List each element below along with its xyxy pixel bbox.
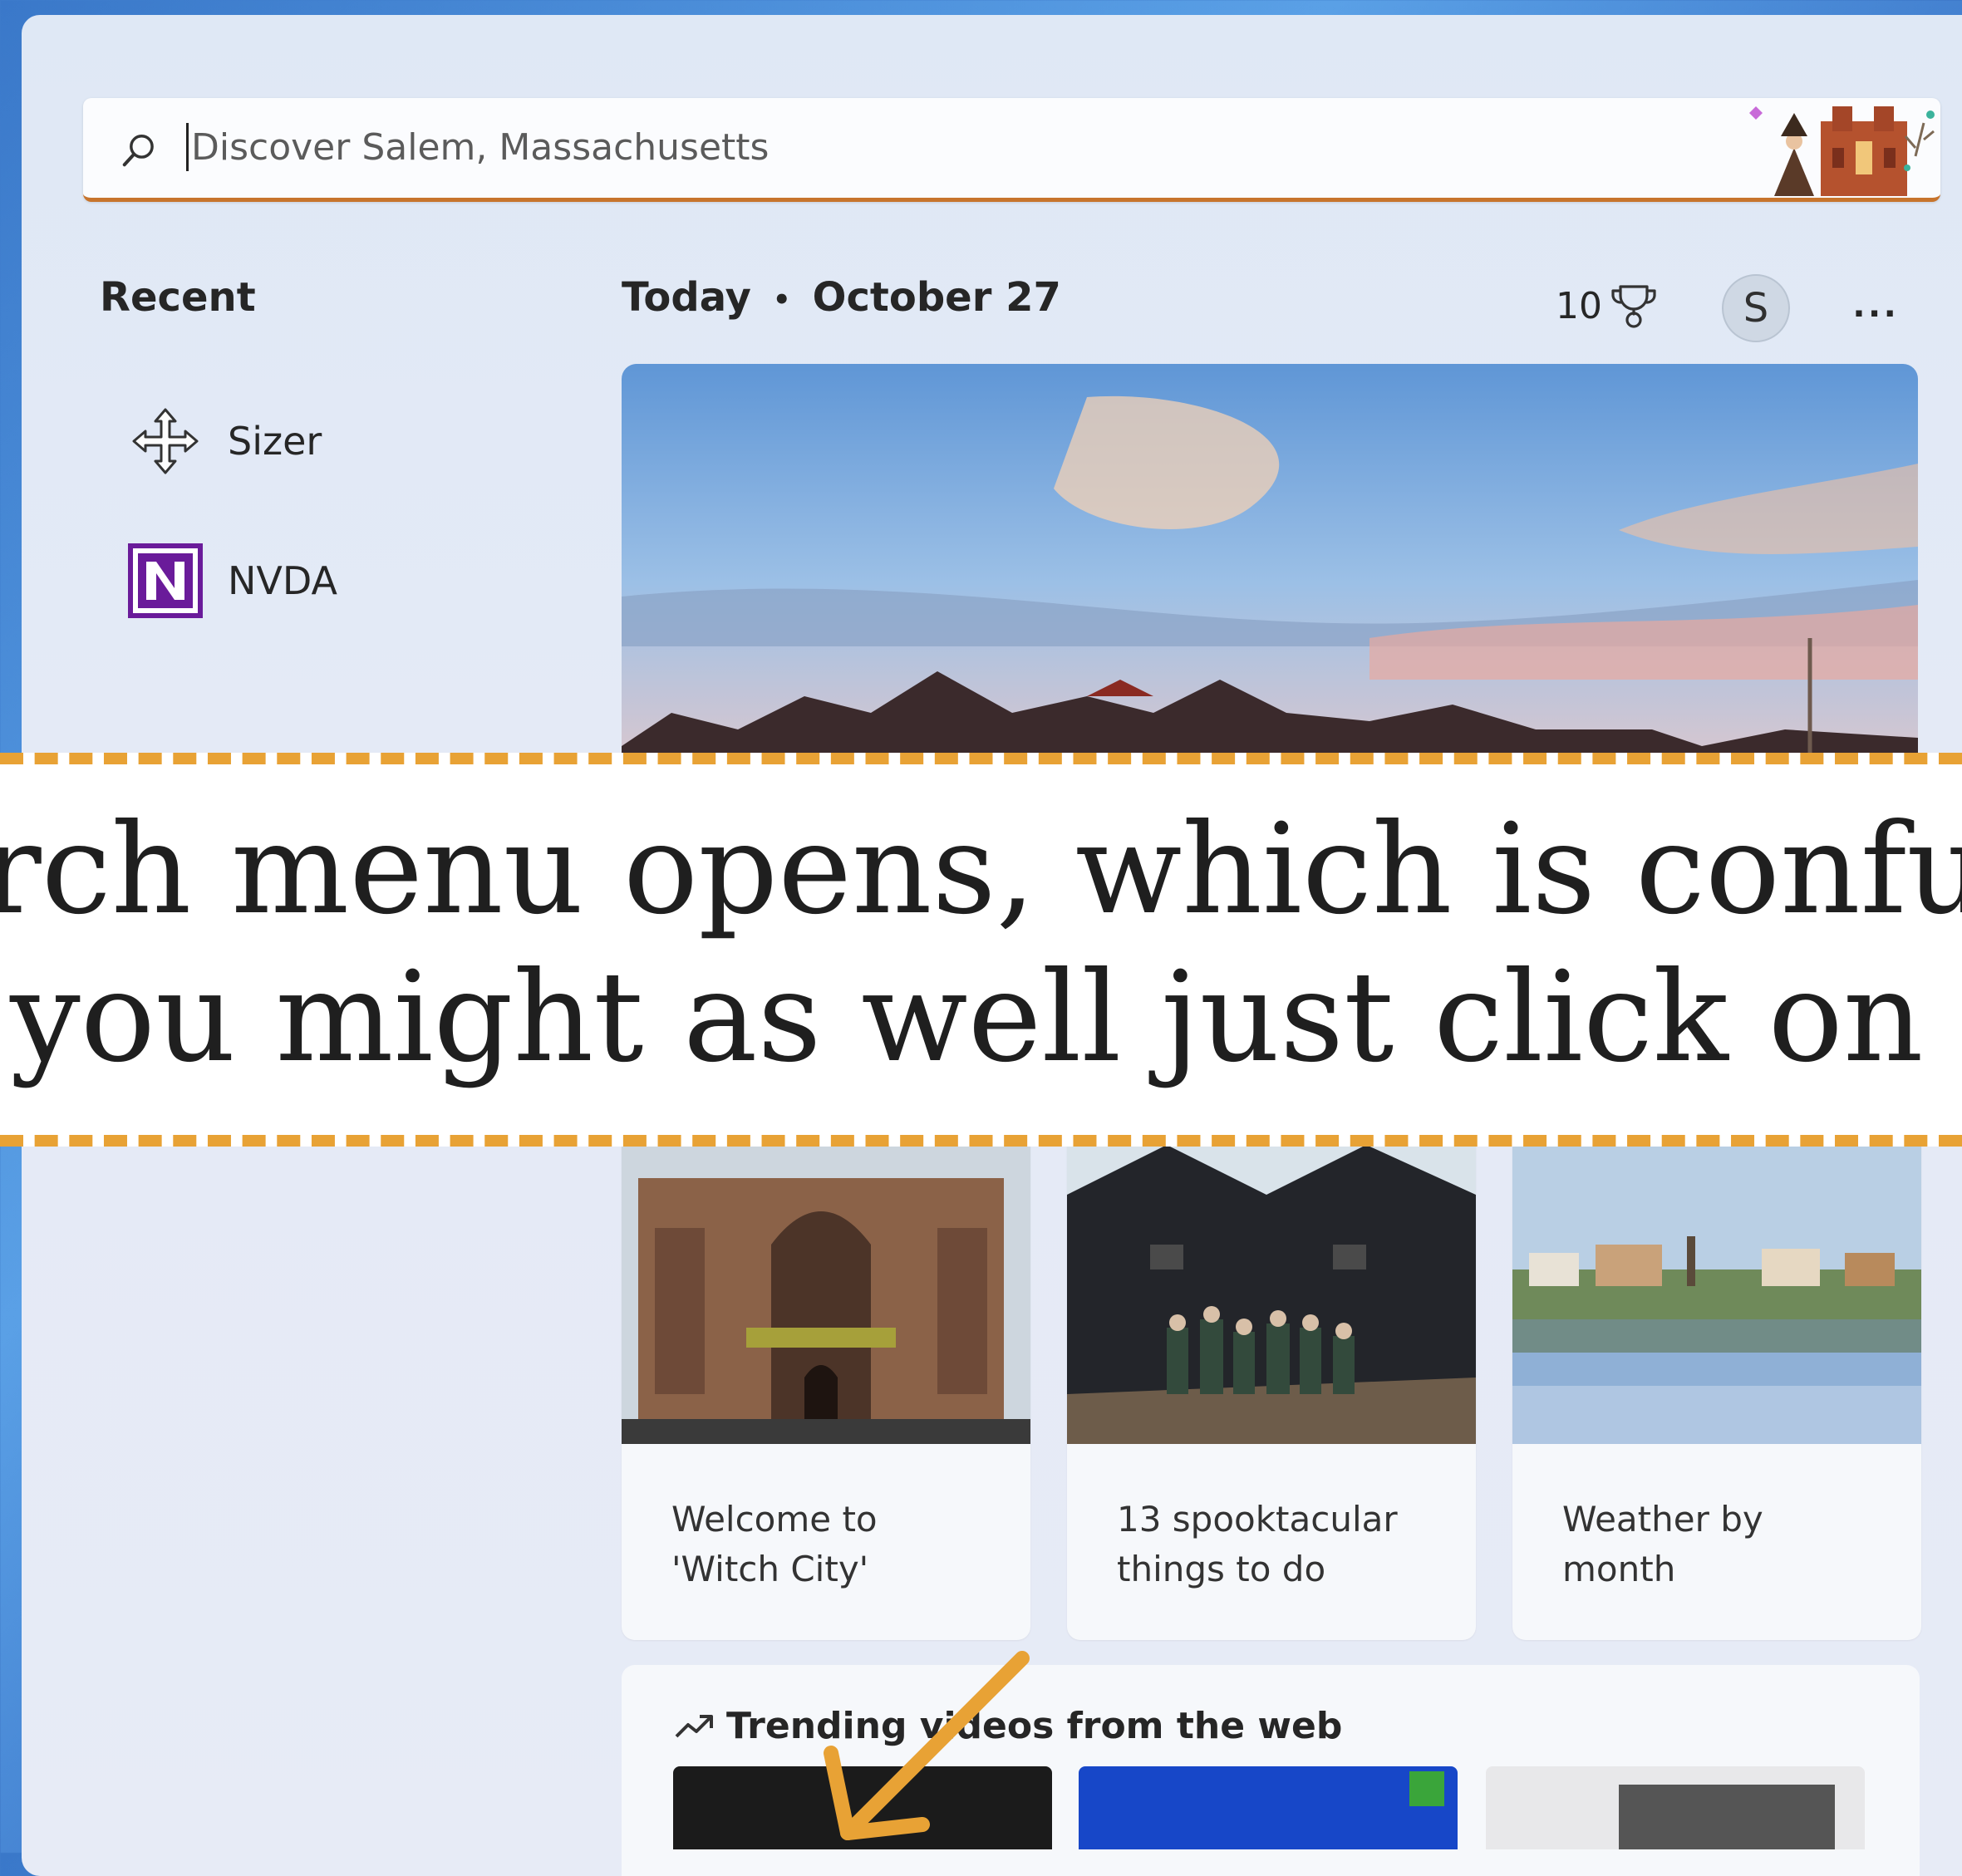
caption-line: rch menu opens, which is confu xyxy=(0,798,1962,942)
today-label: Today xyxy=(622,274,751,321)
search-highlight-doodle-icon xyxy=(1749,106,1935,196)
search-bar[interactable] xyxy=(83,98,1940,202)
recent-item-label: NVDA xyxy=(228,558,337,603)
caption-banner: rch menu opens, which is confu you might… xyxy=(0,753,1962,1147)
video-thumbnail[interactable] xyxy=(1079,1766,1458,1849)
more-options-button[interactable]: ··· xyxy=(1853,289,1900,337)
search-icon xyxy=(122,135,154,167)
move-arrows-icon xyxy=(128,404,203,479)
card-image xyxy=(622,1145,1030,1444)
recent-item-nvda[interactable]: NVDA xyxy=(128,543,337,618)
trophy-icon xyxy=(1611,285,1656,328)
annotation-arrow-icon xyxy=(824,1651,1030,1840)
card-title: Welcome to 'Witch City' xyxy=(671,1499,878,1589)
card-weather-by-month[interactable]: Weather by month xyxy=(1512,1145,1921,1640)
points-count: 10 xyxy=(1556,284,1602,327)
card-image xyxy=(1512,1145,1921,1444)
text-caret xyxy=(186,123,189,171)
card-image xyxy=(1067,1145,1476,1444)
separator-dot: • xyxy=(772,283,791,317)
video-thumbnail[interactable] xyxy=(1486,1766,1865,1849)
hero-image[interactable] xyxy=(622,364,1918,763)
trending-arrow-icon xyxy=(675,1714,713,1737)
rewards-points[interactable]: 10 xyxy=(1556,282,1659,329)
today-heading: Today • October 27 xyxy=(622,274,1061,321)
card-spooktacular[interactable]: 13 spooktacular things to do xyxy=(1067,1145,1476,1640)
card-title: Weather by month xyxy=(1562,1499,1763,1589)
date-label: October 27 xyxy=(812,274,1061,321)
recent-item-sizer[interactable]: Sizer xyxy=(128,404,322,479)
avatar[interactable]: S xyxy=(1722,274,1790,342)
recent-item-label: Sizer xyxy=(228,419,322,464)
game-icon xyxy=(1409,1771,1444,1806)
nvda-logo-icon xyxy=(128,543,203,618)
card-witch-city[interactable]: Welcome to 'Witch City' xyxy=(622,1145,1030,1640)
recent-heading: Recent xyxy=(100,274,256,321)
caption-line: you might as well just click on xyxy=(10,945,1924,1090)
search-input[interactable] xyxy=(189,116,1605,178)
laptop-icon xyxy=(1619,1785,1835,1849)
card-title: 13 spooktacular things to do xyxy=(1117,1499,1398,1589)
